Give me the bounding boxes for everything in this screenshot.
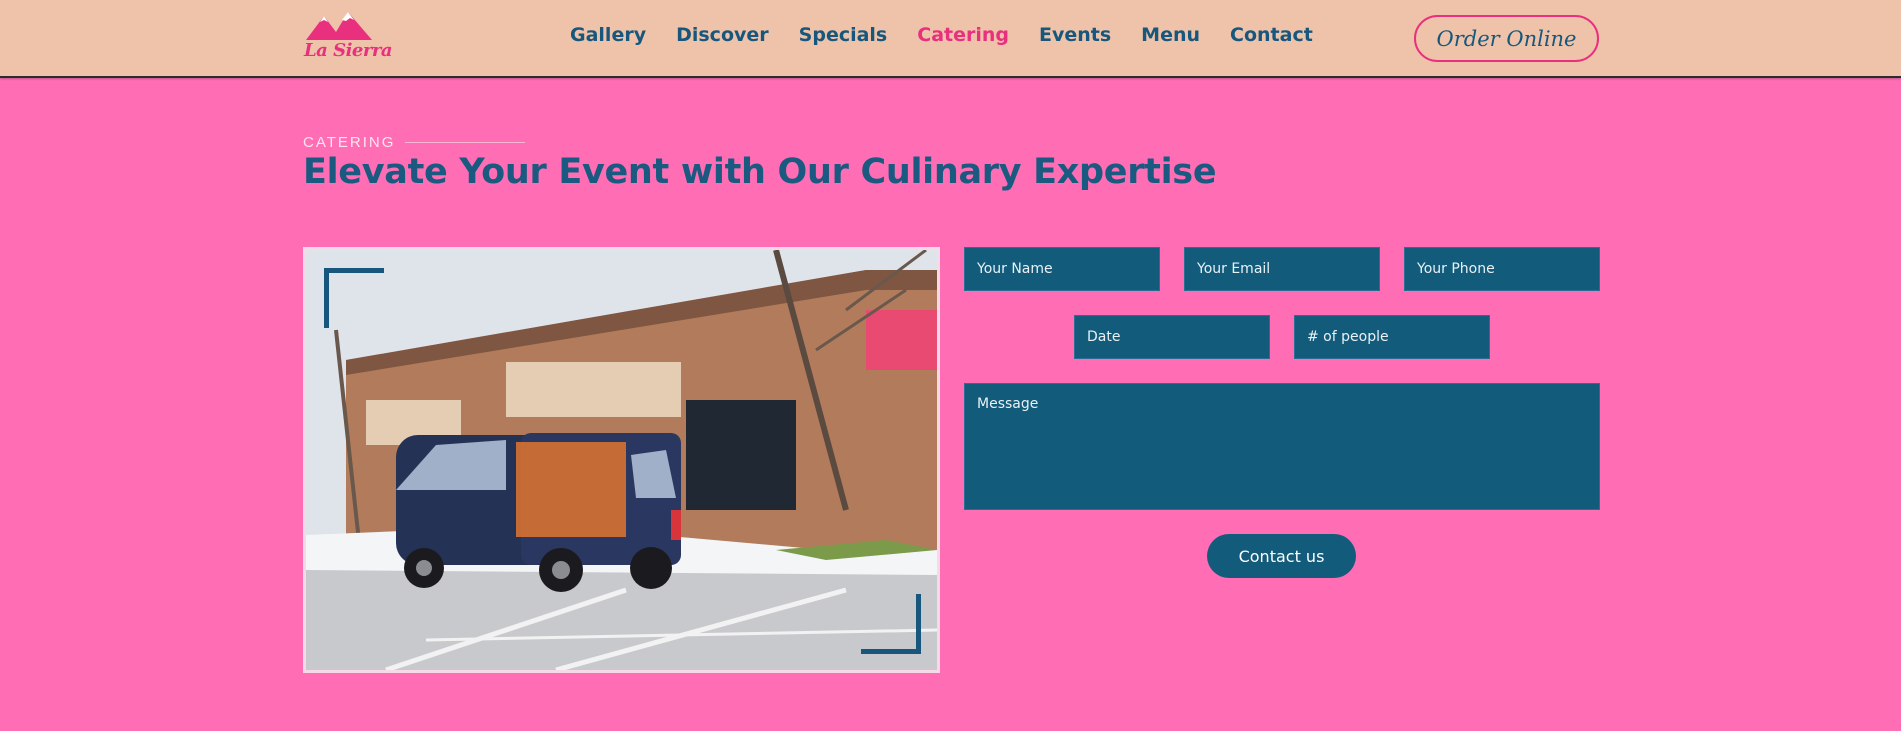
nav-link-gallery[interactable]: Gallery xyxy=(570,24,646,46)
order-online-button[interactable]: Order Online xyxy=(1414,15,1599,62)
catering-van-photo xyxy=(303,247,940,673)
section-eyebrow: CATERING xyxy=(303,134,526,151)
van-photo-illustration xyxy=(306,250,937,670)
eyebrow-label: CATERING xyxy=(303,134,396,151)
people-count-field[interactable] xyxy=(1294,315,1490,359)
eyebrow-divider xyxy=(405,142,526,143)
nav-link-catering[interactable]: Catering xyxy=(917,24,1009,46)
nav-link-menu[interactable]: Menu xyxy=(1141,24,1200,46)
phone-field[interactable] xyxy=(1404,247,1600,291)
contact-us-button[interactable]: Contact us xyxy=(1207,534,1356,578)
photo-corner-accent-top-left xyxy=(324,268,384,328)
nav-link-discover[interactable]: Discover xyxy=(676,24,769,46)
logo-text: La Sierra xyxy=(304,40,393,61)
nav-link-specials[interactable]: Specials xyxy=(799,24,888,46)
top-navbar: La Sierra Gallery Discover Specials Cate… xyxy=(0,0,1901,78)
nav-link-events[interactable]: Events xyxy=(1039,24,1111,46)
brand-logo[interactable]: La Sierra xyxy=(302,10,393,66)
name-field[interactable] xyxy=(964,247,1160,291)
date-field[interactable] xyxy=(1074,315,1270,359)
main-nav: Gallery Discover Specials Catering Event… xyxy=(570,24,1343,46)
email-field[interactable] xyxy=(1184,247,1380,291)
page-title: Elevate Your Event with Our Culinary Exp… xyxy=(303,152,1217,192)
photo-corner-accent-bottom-right xyxy=(861,594,921,654)
message-field[interactable] xyxy=(964,383,1600,510)
nav-link-contact[interactable]: Contact xyxy=(1230,24,1313,46)
